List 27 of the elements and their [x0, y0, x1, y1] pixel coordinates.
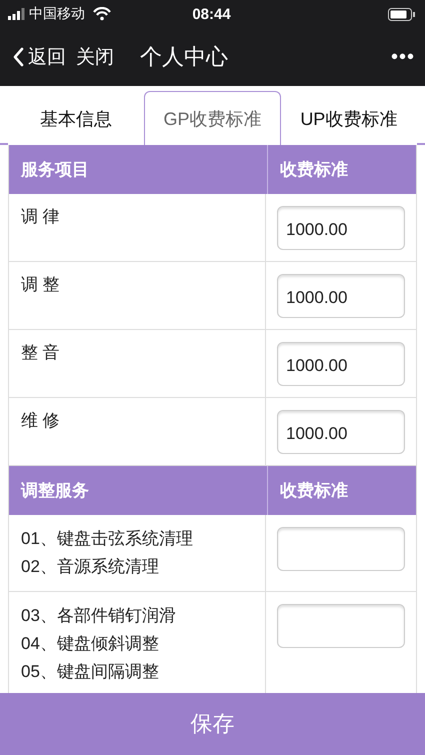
fee-input[interactable]: 1000.00: [277, 206, 405, 250]
service-name: 03、各部件销钉润滑 04、键盘倾斜调整 05、键盘间隔调整: [21, 605, 177, 683]
fee-input[interactable]: 1000.00: [277, 410, 405, 454]
fee-input[interactable]: [277, 527, 405, 571]
service-name: 调 整: [21, 274, 61, 296]
close-button[interactable]: 关闭: [76, 44, 114, 70]
more-button[interactable]: •••: [390, 46, 415, 68]
wifi-icon: [93, 7, 111, 21]
column-header: 服务项目: [9, 145, 268, 194]
battery-icon: [388, 8, 415, 20]
column-header: 调整服务: [9, 466, 268, 515]
fee-input[interactable]: [277, 604, 405, 648]
tab[interactable]: GP收费标准: [144, 91, 281, 145]
column-header: 收费标准: [279, 159, 349, 181]
service-name: 维 修: [21, 410, 61, 432]
fee-input[interactable]: 1000.00: [277, 342, 405, 386]
page-title: 个人中心: [140, 43, 229, 71]
back-button[interactable]: 返回: [12, 44, 66, 70]
service-name: 01、键盘击弦系统清理 02、音源系统清理: [21, 528, 194, 578]
service-name: 调 律: [21, 206, 61, 228]
carrier-name: 中国移动: [29, 5, 85, 23]
chevron-left-icon: [12, 47, 24, 67]
signal-icon: [8, 8, 25, 20]
fee-input[interactable]: 1000.00: [277, 274, 405, 318]
service-name: 整 音: [21, 342, 61, 364]
status-time: 08:44: [192, 6, 231, 22]
column-header: 收费标准: [279, 480, 349, 502]
